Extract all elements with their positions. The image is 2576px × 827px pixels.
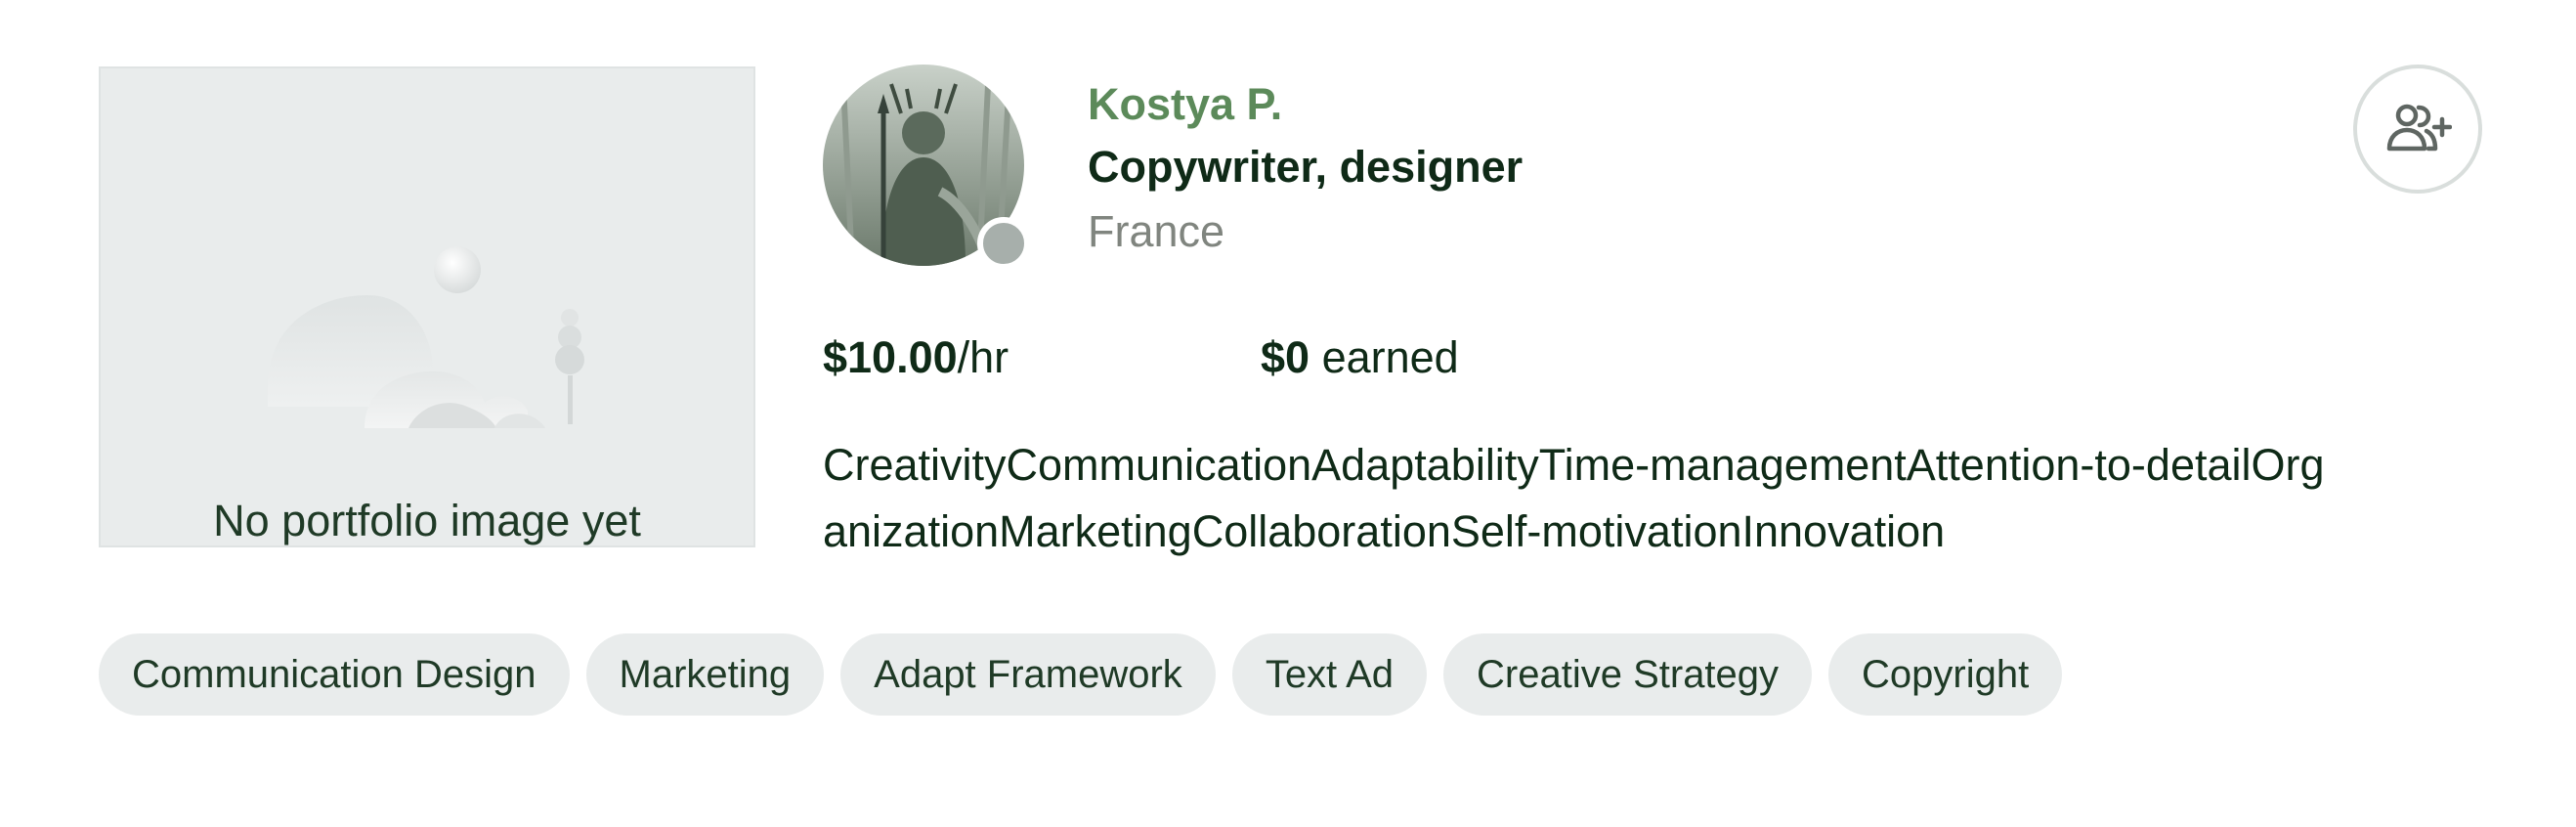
hourly-rate: $10.00/hr [823,335,1009,379]
skill-chip[interactable]: Copyright [1828,633,2063,716]
freelancer-title: Copywriter, designer [1088,142,1524,192]
skill-chip[interactable]: Adapt Framework [840,633,1216,716]
hourly-rate-amount: $10.00 [823,332,958,382]
skill-chips: Communication Design Marketing Adapt Fra… [99,633,2063,716]
users-plus-icon [2386,104,2452,152]
no-portfolio-caption: No portfolio image yet [213,496,641,545]
earned-label: earned [1321,332,1459,382]
skill-chip[interactable]: Marketing [585,633,825,716]
total-earned: $0 earned [1261,335,1459,379]
freelancer-name[interactable]: Kostya P. [1088,82,1282,126]
skill-chip[interactable]: Creative Strategy [1443,633,1813,716]
hourly-rate-unit: /hr [957,332,1009,382]
invite-button[interactable] [2353,65,2482,194]
earned-amount: $0 [1261,332,1310,382]
profile-summary-text: CreativityCommunicationAdaptabilityTime-… [823,440,2325,556]
freelancer-location: France [1088,206,1225,256]
status-indicator [977,217,1030,270]
skill-chip[interactable]: Communication Design [99,633,570,716]
skill-chip[interactable]: Text Ad [1231,633,1428,716]
landscape-placeholder-icon [268,246,584,428]
portfolio-placeholder[interactable]: No portfolio image yet [99,66,755,547]
freelancer-card[interactable]: No portfolio image yet Kostya P. Copywri… [0,0,2576,827]
